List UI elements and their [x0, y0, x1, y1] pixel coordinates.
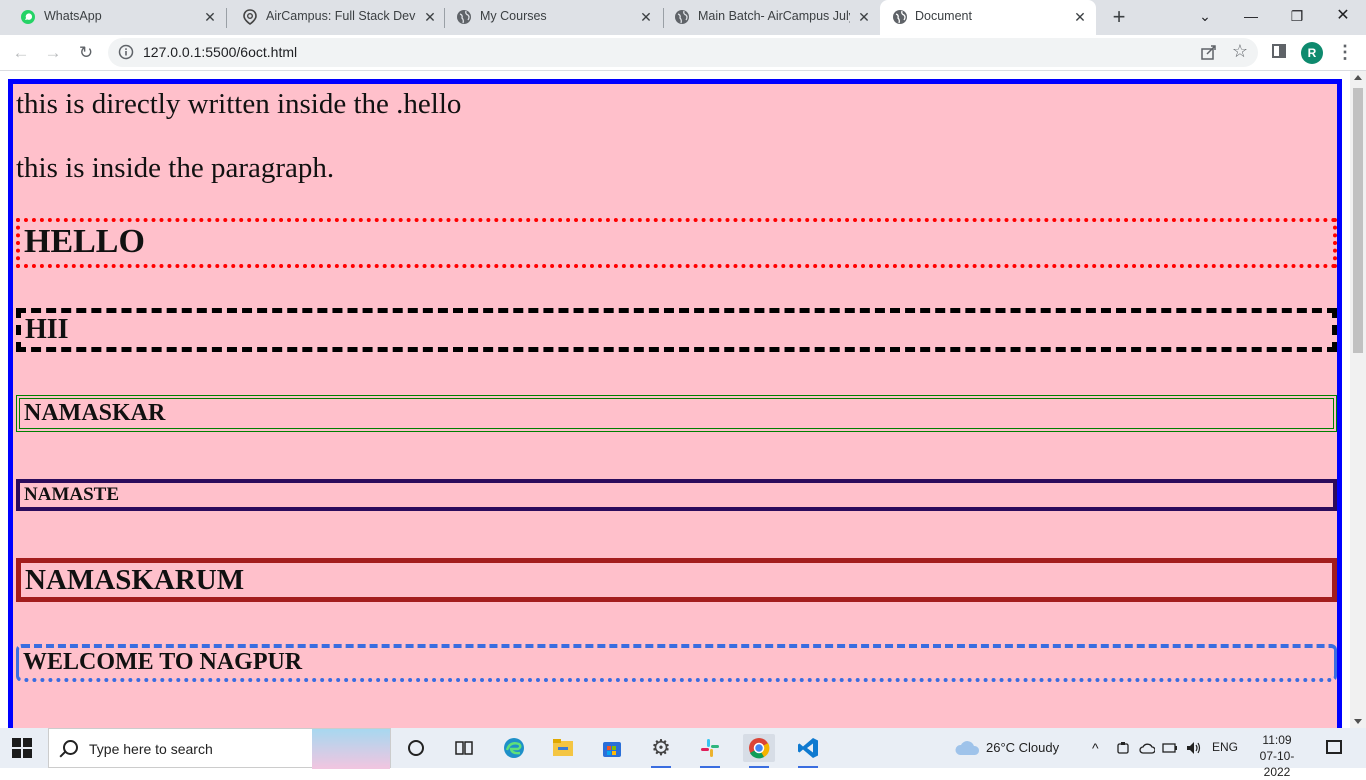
- url-text[interactable]: 127.0.0.1:5500/6oct.html: [143, 44, 297, 60]
- file-explorer-icon[interactable]: [547, 734, 579, 762]
- tab-title: Document: [915, 9, 972, 23]
- tab-strip: WhatsApp ✕ AirCampus: Full Stack Develo …: [0, 0, 1366, 35]
- reload-button[interactable]: ↻: [75, 42, 97, 64]
- address-bar[interactable]: 127.0.0.1:5500/6oct.html ☆: [108, 38, 1258, 67]
- page-viewport: this is directly written inside the .hel…: [0, 71, 1350, 728]
- settings-gear-icon[interactable]: ⚙: [645, 734, 677, 768]
- restore-button[interactable]: ❐: [1274, 0, 1320, 32]
- hii-heading: HII: [16, 308, 1337, 352]
- tab-title: My Courses: [480, 9, 547, 23]
- clock-time: 11:09: [1262, 733, 1292, 747]
- whatsapp-icon: [21, 10, 35, 24]
- close-icon[interactable]: ✕: [856, 9, 872, 25]
- tab-aircampus[interactable]: AirCampus: Full Stack Develo ✕: [222, 0, 444, 35]
- microsoft-store-icon[interactable]: [596, 734, 628, 762]
- tab-main-batch[interactable]: Main Batch- AirCampus July- ✕: [654, 0, 876, 35]
- share-icon[interactable]: [1200, 43, 1218, 61]
- minimize-button[interactable]: —: [1228, 0, 1274, 32]
- tab-document[interactable]: Document ✕: [880, 0, 1096, 35]
- scroll-up-arrow-icon[interactable]: [1354, 75, 1362, 80]
- windows-taskbar: Type here to search ⚙ 26°C Cloudy ^ ENG …: [0, 728, 1366, 779]
- task-view-icon[interactable]: [448, 734, 480, 762]
- direct-text: this is directly written inside the .hel…: [16, 88, 462, 120]
- clock-date: 07-10-2022: [1259, 749, 1295, 779]
- menu-kebab-icon[interactable]: ⋮: [1336, 41, 1354, 63]
- scroll-down-arrow-icon[interactable]: [1354, 719, 1362, 724]
- search-icon: [63, 740, 78, 755]
- cortana-icon[interactable]: [400, 734, 432, 762]
- chevron-up-icon[interactable]: ^: [1092, 740, 1099, 756]
- forward-button[interactable]: →: [42, 42, 64, 64]
- search-placeholder[interactable]: Type here to search: [89, 741, 213, 757]
- paragraph: this is inside the paragraph.: [16, 152, 335, 184]
- tab-title: WhatsApp: [44, 9, 102, 23]
- volume-icon[interactable]: [1186, 741, 1202, 755]
- language-indicator[interactable]: ENG: [1212, 740, 1238, 754]
- browser-toolbar: ← → ↻ 127.0.0.1:5500/6oct.html ☆ R ⋮: [0, 35, 1366, 71]
- tab-search-chevron-icon[interactable]: ⌄: [1182, 0, 1228, 32]
- meet-icon[interactable]: [1116, 741, 1130, 755]
- back-button[interactable]: ←: [10, 42, 32, 64]
- namaste-heading: NAMASTE: [16, 479, 1337, 511]
- weather-text[interactable]: 26°C Cloudy: [986, 740, 1059, 755]
- hello-heading: HELLO: [16, 218, 1337, 268]
- notification-icon[interactable]: [1326, 740, 1342, 754]
- close-icon[interactable]: ✕: [1072, 9, 1088, 25]
- close-icon[interactable]: ✕: [638, 9, 654, 25]
- tab-my-courses[interactable]: My Courses ✕: [436, 0, 662, 35]
- namaskar-heading: NAMASKAR: [16, 395, 1337, 432]
- side-panel-icon[interactable]: [1272, 44, 1286, 58]
- hello-container: this is directly written inside the .hel…: [8, 79, 1342, 728]
- info-icon[interactable]: [118, 44, 134, 60]
- scrollbar-thumb[interactable]: [1353, 88, 1363, 353]
- tab-whatsapp[interactable]: WhatsApp ✕: [0, 0, 226, 35]
- globe-icon: [457, 10, 471, 24]
- edge-browser-icon[interactable]: [498, 734, 530, 762]
- globe-icon: [893, 10, 907, 24]
- tab-title: Main Batch- AirCampus July-: [698, 9, 850, 23]
- tab-title: AirCampus: Full Stack Develo: [266, 9, 416, 23]
- cloud-icon[interactable]: [954, 740, 980, 756]
- close-icon[interactable]: ✕: [202, 9, 218, 25]
- vertical-scrollbar[interactable]: [1350, 71, 1366, 728]
- slack-icon[interactable]: [694, 734, 726, 768]
- aircampus-icon: [243, 9, 257, 25]
- bookmark-star-icon[interactable]: ☆: [1232, 41, 1248, 62]
- profile-avatar[interactable]: R: [1301, 42, 1323, 64]
- globe-icon: [675, 10, 689, 24]
- chrome-icon[interactable]: [743, 734, 775, 768]
- vscode-icon[interactable]: [792, 734, 824, 768]
- taskbar-search-box[interactable]: Type here to search: [48, 728, 391, 769]
- search-highlight-image[interactable]: [312, 729, 390, 769]
- welcome-heading: WELCOME TO NAGPUR: [16, 644, 1337, 682]
- system-clock[interactable]: 11:09 07-10-2022: [1247, 732, 1307, 780]
- close-window-button[interactable]: ✕: [1320, 0, 1366, 32]
- windows-start-icon[interactable]: [12, 738, 32, 758]
- namaskarum-heading: NAMASKARUM: [16, 558, 1337, 602]
- battery-icon[interactable]: [1162, 741, 1178, 755]
- new-tab-button[interactable]: +: [1108, 6, 1130, 28]
- onedrive-icon[interactable]: [1139, 741, 1155, 755]
